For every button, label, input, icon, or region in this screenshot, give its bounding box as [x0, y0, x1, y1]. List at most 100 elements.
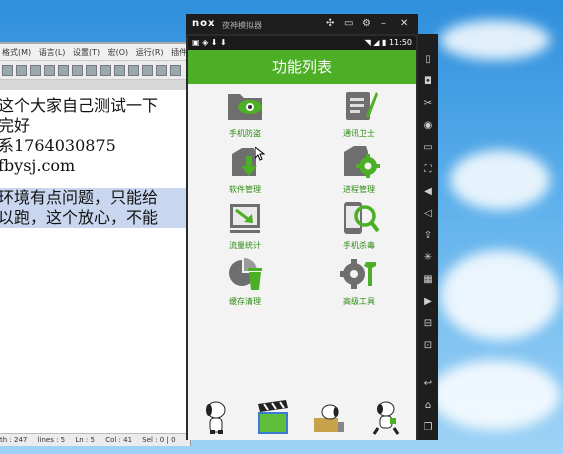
menu-item[interactable]: 格式(M) — [0, 44, 34, 58]
editor-line-selected: 环境有点问题，只能给 — [0, 188, 190, 208]
editor-tabstrip[interactable] — [0, 80, 190, 90]
menu-item[interactable]: 宏(O) — [106, 44, 132, 58]
toolbar-button[interactable] — [58, 65, 69, 76]
app-title-bar: 功能列表 — [188, 50, 416, 84]
editor-line: fbysj.com — [0, 156, 76, 175]
toolbar-button[interactable] — [2, 65, 13, 76]
editor-line: 这个大家自己测试一下 — [0, 96, 159, 115]
editor-statusbar: th : 247 lines : 5 Ln : 5 Col : 41 Sel :… — [0, 433, 190, 446]
grid-label: 通讯卫士 — [343, 129, 375, 138]
toolbar-button[interactable] — [114, 65, 125, 76]
toolbar-button[interactable] — [16, 65, 27, 76]
phone-icon[interactable]: ▯ — [422, 54, 434, 66]
keyboard-icon[interactable]: ▭ — [344, 18, 353, 29]
apk-install-icon[interactable]: ⇪ — [422, 230, 434, 242]
volume-down-icon[interactable]: ◁ — [422, 208, 434, 220]
status-ln: Ln : 5 — [75, 436, 95, 444]
emulator-window[interactable]: nox 夜神模拟器 ✣ ▭ ⚙ – ✕ ▣ ◈ ⬇ ⬇ ◥ ◢ ▮ 11:50 … — [186, 14, 418, 440]
menu-item[interactable]: 设置(T) — [71, 44, 103, 58]
menu-item[interactable]: 运行(R) — [134, 44, 167, 58]
toolbar-button[interactable] — [156, 65, 167, 76]
grid-item-process-manager[interactable]: 进程管理 — [314, 144, 404, 200]
grid-label: 流量统计 — [229, 241, 261, 250]
grid-item-cache-cleanup[interactable]: 缓存清理 — [200, 256, 290, 312]
folder-eye-icon — [228, 94, 262, 120]
home-icon[interactable]: ⌂ — [422, 400, 434, 412]
desktop-cloud — [440, 250, 560, 340]
toolbar-button[interactable] — [100, 65, 111, 76]
editor-toolbar — [0, 61, 190, 80]
scissors-icon[interactable]: ✂ — [422, 98, 434, 110]
snoopy-reading-icon[interactable] — [312, 400, 346, 436]
notification-icons: ▣ ◈ ⬇ ⬇ — [192, 38, 227, 47]
grid-item-antivirus[interactable]: 手机杀毒 — [314, 200, 404, 256]
back-icon[interactable]: ↩ — [422, 378, 434, 390]
fullscreen-icon[interactable]: ⛶ — [422, 164, 434, 176]
more-icon[interactable]: ⊡ — [422, 340, 434, 352]
signal-icon: ◥ ◢ ▮ — [364, 38, 387, 47]
toolbar-button[interactable] — [86, 65, 97, 76]
grid-item-traffic-stats[interactable]: 流量统计 — [200, 200, 290, 256]
minimize-icon[interactable]: – — [381, 18, 386, 29]
toolbar-button[interactable] — [128, 65, 139, 76]
snoopy-icon[interactable] — [200, 400, 234, 436]
close-icon[interactable]: ✕ — [400, 18, 408, 29]
status-sel: Sel : 0 | 0 — [142, 436, 176, 444]
location-icon[interactable]: ◉ — [422, 120, 434, 132]
android-statusbar: ▣ ◈ ⬇ ⬇ ◥ ◢ ▮ 11:50 — [188, 36, 416, 50]
grid-label: 缓存清理 — [229, 297, 261, 306]
desktop-cloud — [440, 20, 550, 60]
status-col: Col : 41 — [105, 436, 133, 444]
toolbar-button[interactable] — [72, 65, 83, 76]
grid-label: 手机杀毒 — [343, 241, 375, 250]
toolbar-button[interactable] — [142, 65, 153, 76]
record-icon[interactable]: ▶ — [422, 296, 434, 308]
desktop-cloud — [450, 150, 550, 210]
editor-line-selected: 以跑，这个放心，不能 — [0, 208, 190, 228]
gear-wrench-icon — [340, 259, 376, 289]
grid-label: 手机防盗 — [229, 129, 261, 138]
page-title: 功能列表 — [271, 58, 332, 76]
screenshot-icon[interactable]: ◘ — [422, 76, 434, 88]
status-length: th : 247 — [0, 436, 28, 444]
recent-apps-icon[interactable]: ❐ — [422, 422, 434, 434]
text-editor-window[interactable]: 格式(M) 语言(L) 设置(T) 宏(O) 运行(R) 插件(P) 窗 这个大… — [0, 44, 191, 446]
emulator-title: 夜神模拟器 — [222, 21, 262, 30]
file-transfer-icon[interactable]: ⊟ — [422, 318, 434, 330]
snoopy-dance-icon[interactable] — [368, 400, 402, 436]
volume-up-icon[interactable]: ◀ — [422, 186, 434, 198]
notebook-pen-icon — [346, 92, 378, 120]
shake-icon[interactable]: ✳ — [422, 252, 434, 264]
movie-clapper-icon[interactable] — [256, 400, 290, 436]
settings-icon[interactable]: ⚙ — [362, 18, 371, 29]
editor-line: 系1764030875 — [0, 136, 116, 155]
android-screen[interactable]: ▣ ◈ ⬇ ⬇ ◥ ◢ ▮ 11:50 功能列表 手机防盗 通讯卫士 软件管理 … — [188, 36, 416, 440]
grid-item-anti-theft[interactable]: 手机防盗 — [200, 88, 290, 144]
pin-icon[interactable]: ✣ — [326, 18, 334, 29]
editor-menubar: 格式(M) 语言(L) 设置(T) 宏(O) 运行(R) 插件(P) 窗 — [0, 44, 190, 61]
pie-trash-icon — [229, 258, 262, 290]
message-icon[interactable]: ▭ — [422, 142, 434, 154]
grid-label: 软件管理 — [229, 185, 261, 194]
app-dock — [188, 396, 416, 440]
nox-logo: nox — [192, 18, 216, 29]
desktop-cloud — [430, 360, 560, 430]
grid-item-advanced-tools[interactable]: 高级工具 — [314, 256, 404, 312]
toolbar-button[interactable] — [30, 65, 41, 76]
status-lines: lines : 5 — [37, 436, 66, 444]
status-time: ◥ ◢ ▮ 11:50 — [365, 38, 412, 47]
editor-line: 完好 — [0, 116, 31, 135]
phone-magnifier-icon — [344, 202, 380, 234]
multi-instance-icon[interactable]: ▦ — [422, 274, 434, 286]
grid-label: 进程管理 — [343, 185, 375, 194]
box-gear-icon — [344, 146, 380, 178]
menu-item[interactable]: 语言(L) — [37, 44, 69, 58]
toolbar-button[interactable] — [44, 65, 55, 76]
clock: 11:50 — [388, 38, 412, 47]
grid-item-comm-guard[interactable]: 通讯卫士 — [314, 88, 404, 144]
grid-label: 高级工具 — [343, 297, 375, 306]
toolbar-button[interactable] — [170, 65, 181, 76]
grid-item-software-manager[interactable]: 软件管理 — [200, 144, 290, 200]
emulator-titlebar[interactable]: nox 夜神模拟器 ✣ ▭ ⚙ – ✕ — [186, 14, 418, 34]
traffic-chart-icon — [230, 204, 260, 233]
